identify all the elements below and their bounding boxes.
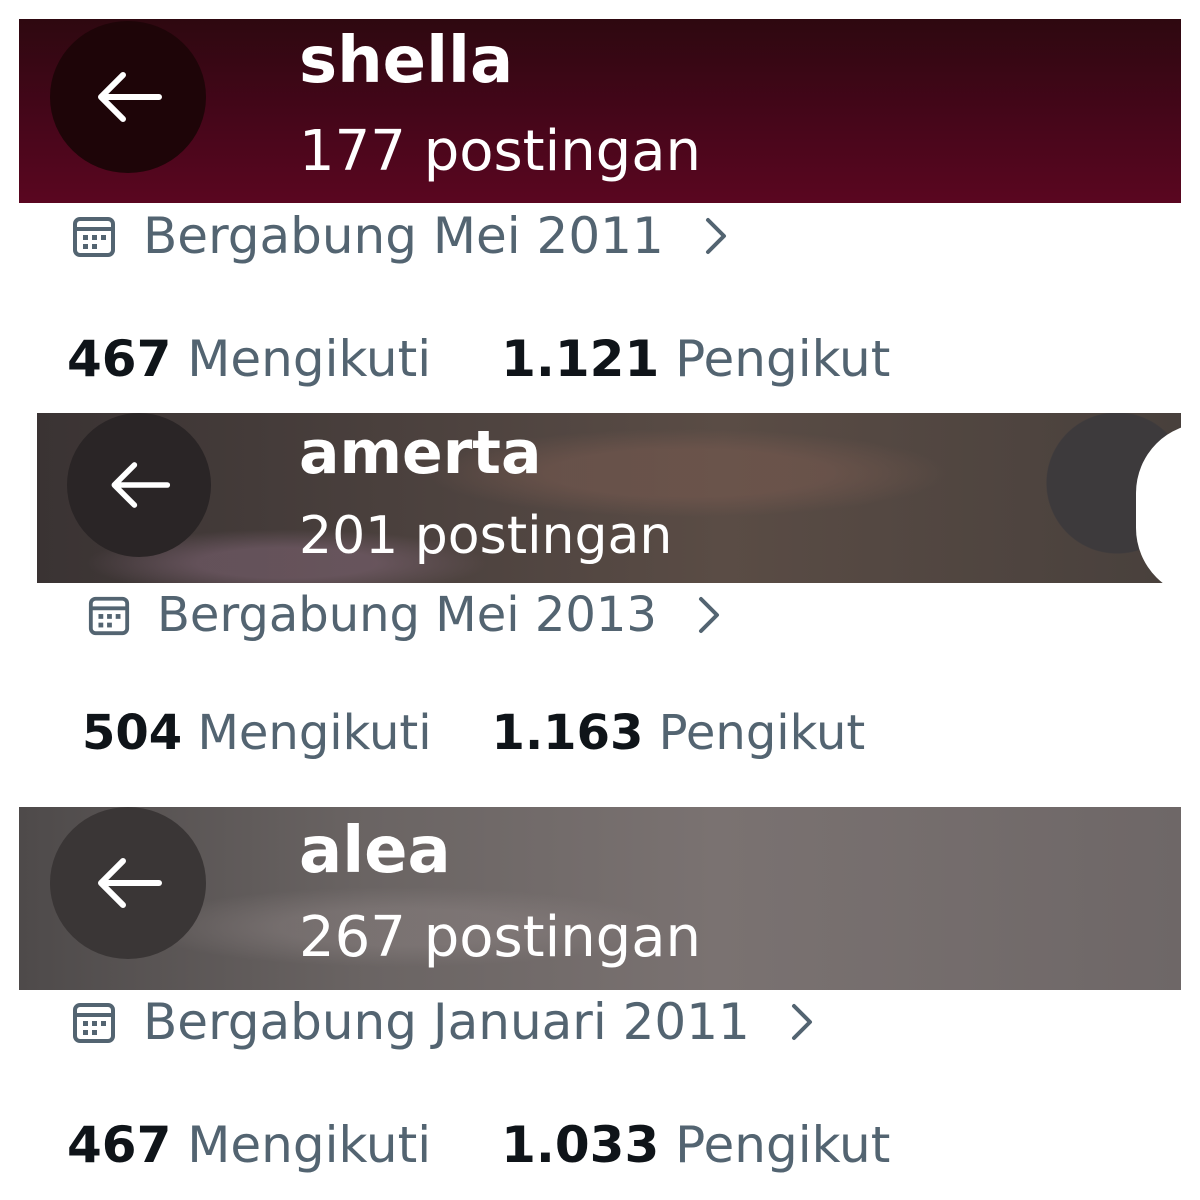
following-link[interactable]: 467 Mengikuti	[67, 1116, 431, 1174]
followers-count: 1.121	[501, 330, 660, 388]
followers-count: 1.163	[491, 705, 644, 761]
following-count: 467	[67, 330, 172, 388]
followers-label: Pengikut	[675, 1116, 891, 1174]
following-link[interactable]: 467 Mengikuti	[67, 330, 431, 388]
post-count: 177 postingan	[299, 119, 702, 184]
chevron-right-icon	[791, 1004, 812, 1040]
followers-count: 1.033	[501, 1116, 660, 1174]
profile-name: shella	[299, 24, 514, 98]
following-count: 504	[82, 705, 183, 761]
join-date-row[interactable]: Bergabung Mei 2013	[87, 591, 721, 639]
profile-header: shella 177 postingan	[19, 19, 1181, 203]
profile-panel-alea: alea 267 postingan Bergabung Januari 201…	[19, 807, 1181, 1181]
following-label: Mengikuti	[197, 705, 432, 761]
post-count: 201 postingan	[299, 506, 673, 566]
followers-label: Pengikut	[675, 330, 891, 388]
profile-header: amerta 201 postingan	[37, 413, 1181, 583]
back-button[interactable]	[50, 807, 206, 959]
calendar-icon	[73, 1003, 115, 1043]
followers-link[interactable]: 1.033 Pengikut	[501, 1116, 890, 1174]
arrow-left-icon	[98, 858, 162, 908]
back-button[interactable]	[67, 413, 211, 557]
calendar-icon	[73, 217, 115, 257]
followers-link[interactable]: 1.163 Pengikut	[492, 705, 866, 761]
join-date: Bergabung Januari 2011	[143, 993, 750, 1051]
following-label: Mengikuti	[187, 330, 432, 388]
join-date: Bergabung Mei 2013	[157, 587, 657, 643]
calendar-icon	[88, 596, 130, 636]
profile-panel-shella: shella 177 postingan Bergabung Mei 2011 …	[19, 19, 1181, 391]
join-date-row[interactable]: Bergabung Mei 2011	[71, 211, 728, 261]
profile-panel-amerta: amerta 201 postingan Bergabung Mei 2013 …	[37, 413, 1181, 778]
chevron-right-icon	[705, 218, 726, 254]
post-count: 267 postingan	[299, 905, 702, 970]
profile-name: alea	[299, 814, 451, 888]
arrow-left-icon	[111, 462, 171, 508]
followers-link[interactable]: 1.121 Pengikut	[501, 330, 890, 388]
follow-stats: 467 Mengikuti 1.033 Pengikut	[67, 1120, 890, 1170]
follow-stats: 504 Mengikuti 1.163 Pengikut	[82, 709, 865, 757]
join-date-row[interactable]: Bergabung Januari 2011	[71, 997, 814, 1047]
following-label: Mengikuti	[187, 1116, 432, 1174]
profile-header: alea 267 postingan	[19, 807, 1181, 990]
avatar[interactable]	[1136, 423, 1181, 583]
chevron-right-icon	[698, 597, 719, 633]
join-date: Bergabung Mei 2011	[143, 207, 664, 265]
follow-stats: 467 Mengikuti 1.121 Pengikut	[67, 334, 890, 384]
following-link[interactable]: 504 Mengikuti	[82, 705, 432, 761]
arrow-left-icon	[98, 72, 162, 122]
back-button[interactable]	[50, 21, 206, 173]
followers-label: Pengikut	[658, 705, 866, 761]
profile-name: amerta	[299, 418, 542, 488]
following-count: 467	[67, 1116, 172, 1174]
